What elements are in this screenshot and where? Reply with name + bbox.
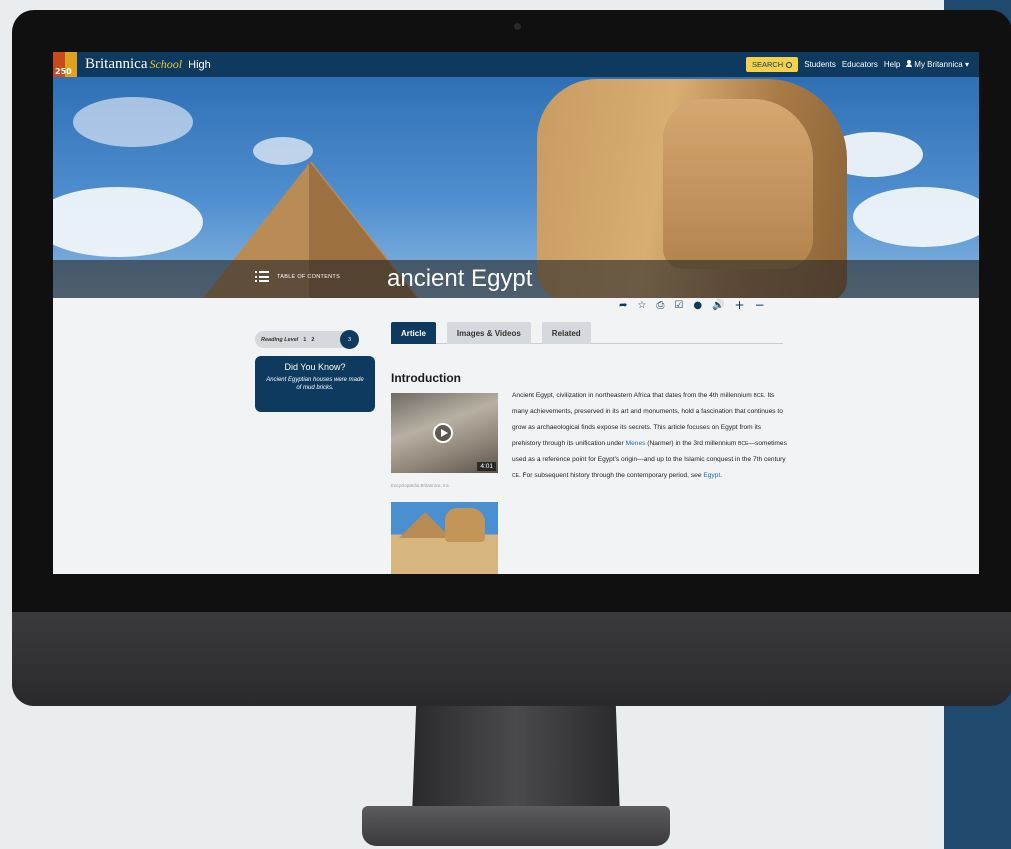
tab-images-videos[interactable]: Images & Videos [446, 322, 531, 344]
reading-level-2[interactable]: 2 [311, 337, 314, 343]
user-icon [906, 60, 913, 67]
article-tabs: Article Images & Videos Related [391, 322, 783, 344]
cloud-shape [53, 187, 203, 257]
article-paragraph: Ancient Egypt, civilization in northeast… [512, 388, 787, 484]
my-britannica-menu[interactable]: My Britannica ▾ [906, 60, 969, 69]
reading-level-3-active[interactable]: 3 [340, 330, 359, 349]
search-icon [786, 61, 793, 68]
did-you-know-card: Did You Know? Ancient Egyptian houses we… [255, 356, 375, 412]
nav-students-link[interactable]: Students [804, 60, 836, 69]
article-text-segment: (Narmer) in the 3rd millennium [645, 440, 739, 447]
top-navigation-bar: 250 Britannica School High SEARCH Studen… [53, 52, 979, 77]
camera-icon [514, 23, 521, 30]
reading-level-1[interactable]: 1 [303, 337, 306, 343]
my-britannica-label: My Britannica ▾ [914, 60, 969, 69]
article-text-segment: Ancient Egypt, civilization in northeast… [512, 392, 754, 399]
nav-educators-link[interactable]: Educators [842, 60, 878, 69]
logo-number: 250 [55, 67, 72, 76]
pyramid-thumbnail-shape [399, 512, 451, 538]
play-icon[interactable] [433, 423, 453, 443]
monitor: 250 Britannica School High SEARCH Studen… [12, 10, 1011, 706]
zoom-in-icon[interactable]: + [735, 299, 745, 311]
reading-level-label: Reading Level [261, 336, 299, 343]
search-button[interactable]: SEARCH [745, 57, 799, 72]
tab-related[interactable]: Related [541, 322, 591, 344]
did-you-know-title: Did You Know? [284, 362, 346, 372]
brand-level: High [188, 59, 211, 71]
egypt-link[interactable]: Egypt [703, 472, 720, 479]
brand-name[interactable]: Britannica School High [85, 56, 211, 73]
media-credit: Encyclopædia Britannica, Inc. [391, 483, 451, 488]
toc-label: TABLE OF CONTENTS [277, 273, 341, 280]
page-title: ancient Egypt [387, 265, 533, 292]
search-label: SEARCH [751, 60, 784, 69]
sphinx-thumbnail-shape [445, 508, 485, 542]
did-you-know-text: Ancient Egyptian houses were made of mud… [266, 377, 364, 392]
article-text-segment: . [720, 472, 723, 479]
era-abbrev: BCE [753, 393, 764, 399]
monitor-stand-base [362, 806, 670, 846]
menes-link[interactable]: Menes [626, 440, 646, 447]
image-thumbnail[interactable] [391, 502, 498, 574]
brand-text: Britannica [85, 56, 148, 72]
top-nav: SEARCH Students Educators Help My Britan… [745, 57, 979, 72]
cloud-shape [73, 97, 193, 147]
monitor-chin [12, 612, 1011, 706]
cloud-shape [853, 187, 979, 247]
era-abbrev: CE [512, 473, 519, 479]
brand-school: School [149, 57, 183, 71]
reading-level-selector: Reading Level 1 2 3 [255, 330, 359, 349]
article-toolbar: ➦ ☆ ⎙ ☑ ● 🔊 + − [619, 299, 765, 311]
star-icon[interactable]: ☆ [637, 300, 646, 311]
zoom-out-icon[interactable]: − [755, 299, 765, 311]
share-icon[interactable]: ➦ [619, 300, 627, 311]
print-icon[interactable]: ⎙ [656, 300, 664, 311]
nav-help-link[interactable]: Help [884, 60, 900, 69]
video-duration: 4:01 [477, 462, 496, 471]
list-icon [255, 271, 269, 282]
article-text-segment: . Its many achievements, preserved in it… [512, 392, 783, 447]
section-title: Introduction [391, 371, 461, 385]
monitor-stand [412, 706, 620, 816]
hero-banner: TABLE OF CONTENTS ancient Egypt [53, 77, 979, 298]
britannica-logo-icon[interactable]: 250 [53, 52, 77, 77]
see-text: see [690, 472, 702, 479]
table-of-contents-button[interactable]: TABLE OF CONTENTS [255, 271, 340, 282]
checklist-icon[interactable]: ☑ [674, 300, 683, 311]
video-thumbnail[interactable]: 4:01 [391, 393, 498, 473]
screen: 250 Britannica School High SEARCH Studen… [53, 52, 979, 574]
audio-icon[interactable]: 🔊 [712, 300, 724, 311]
article-text-segment: . For subsequent history through the con… [518, 472, 691, 479]
tab-article[interactable]: Article [391, 322, 436, 344]
era-abbrev: BCE [738, 441, 749, 447]
sphinx-face-image [663, 99, 813, 269]
globe-icon[interactable]: ● [693, 300, 702, 311]
